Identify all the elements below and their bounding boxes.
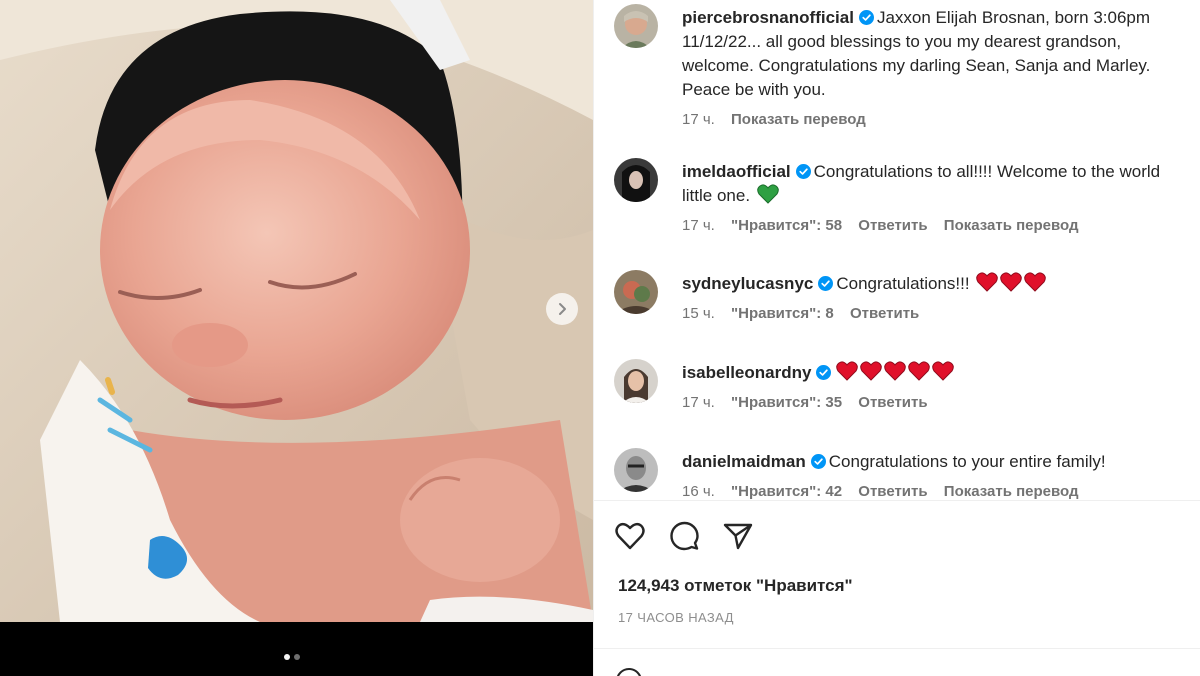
red-heart-icon [1000,272,1023,292]
green-heart-icon [757,184,779,204]
comment-button[interactable] [668,520,700,552]
red-heart-icon [884,361,907,381]
translate-button[interactable]: Показать перевод [944,483,1079,500]
avatar-image [614,158,658,202]
reply-button[interactable]: Ответить [858,217,927,234]
red-heart-icon [908,361,931,381]
red-heart-icon [932,361,955,381]
post-photo[interactable] [0,0,593,622]
comment-text: Congratulations!!! [836,274,970,293]
red-heart-icon [976,272,999,292]
like-button[interactable] [614,520,646,552]
comment-username[interactable]: isabelleonardny [682,363,811,382]
post-actions [614,520,754,552]
carousel-next-button[interactable] [546,293,578,325]
red-heart-icon [1024,272,1047,292]
carousel-indicator [284,654,300,660]
reply-button[interactable]: Ответить [858,394,927,411]
caption-time[interactable]: 17 ч. [682,111,715,128]
paper-plane-icon [723,523,753,550]
translate-button[interactable]: Показать перевод [944,217,1079,234]
reply-button[interactable]: Ответить [858,483,927,500]
avatar[interactable] [614,4,658,48]
avatar-image [614,270,658,314]
comment-username[interactable]: danielmaidman [682,452,806,471]
red-heart-icon [836,361,859,381]
comment-likes[interactable]: "Нравится": 58 [731,217,842,234]
verified-badge-icon [858,10,874,25]
share-button[interactable] [722,520,754,552]
avatar[interactable] [614,359,658,403]
comment-username[interactable]: sydneylucasnyc [682,274,813,293]
chevron-right-icon [559,303,566,315]
comments-list[interactable]: piercebrosnanofficial Jaxxon Elijah Brosn… [594,0,1200,500]
comment-text: Congratulations to your entire family! [828,452,1106,471]
divider [594,648,1200,649]
avatar[interactable] [614,158,658,202]
verified-badge-icon [810,454,826,469]
post-panel: piercebrosnanofficial Jaxxon Elijah Brosn… [593,0,1200,676]
likes-count[interactable]: 124,943 отметок "Нравится" [618,576,853,596]
avatar-image [614,4,658,48]
comment-time[interactable]: 17 ч. [682,394,715,411]
comment-likes[interactable]: "Нравится": 42 [731,483,842,500]
verified-badge-icon [818,276,834,291]
carousel-dot [294,654,300,660]
post-timestamp[interactable]: 17 ЧАСОВ НАЗАД [618,610,734,625]
avatar[interactable] [614,270,658,314]
comment-time[interactable]: 16 ч. [682,483,715,500]
heart-outline-icon [615,522,645,550]
emoji-icon[interactable] [616,668,642,676]
verified-badge-icon [816,365,832,380]
caption-username[interactable]: piercebrosnanofficial [682,8,854,27]
comment-likes[interactable]: "Нравится": 8 [731,305,834,322]
post-media [0,0,593,676]
comment-likes[interactable]: "Нравится": 35 [731,394,842,411]
avatar[interactable] [614,448,658,492]
divider [594,500,1200,501]
comment-time[interactable]: 15 ч. [682,305,715,322]
red-heart-icon [860,361,883,381]
carousel-dot-active [284,654,290,660]
avatar-image [614,448,658,492]
translate-button[interactable]: Показать перевод [731,111,866,128]
avatar-image [614,359,658,403]
newborn-photo-illustration [0,0,593,622]
verified-badge-icon [795,164,811,179]
comment-bubble-icon [670,521,699,551]
comment-username[interactable]: imeldaofficial [682,162,791,181]
reply-button[interactable]: Ответить [850,305,919,322]
comment-time[interactable]: 17 ч. [682,217,715,234]
